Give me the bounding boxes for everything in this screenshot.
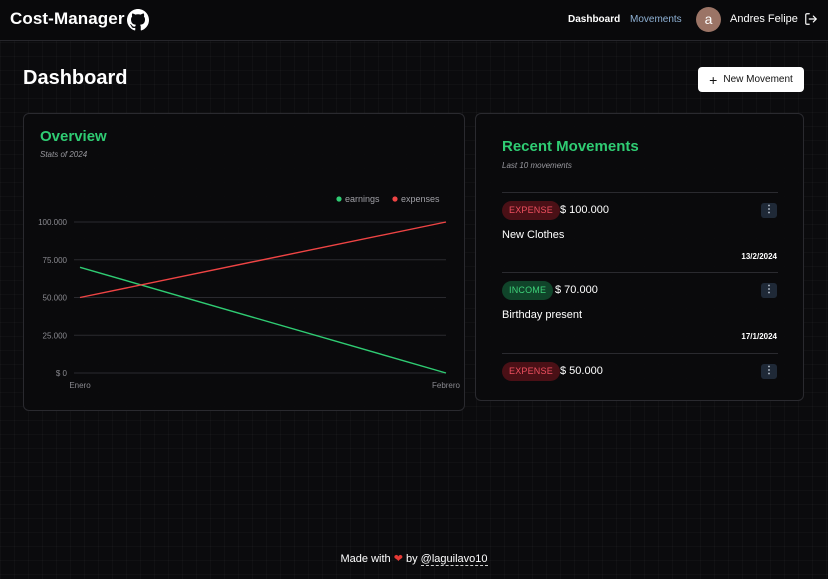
chart-y-tick-label: 100.000 [38, 218, 67, 227]
footer: Made with ❤ by @laguilavo10 [0, 552, 828, 566]
recent-movements-title: Recent Movements [502, 138, 639, 155]
movement-date: 17/1/2024 [741, 332, 777, 341]
chart-y-tick-label: 50.000 [43, 294, 68, 303]
movement-description: New Clothes [502, 229, 565, 241]
chart-legend-label-expenses: expenses [401, 194, 440, 204]
nav-link-movements[interactable]: Movements [630, 14, 682, 25]
movement-amount: $ 100.000 [560, 204, 609, 216]
movement-divider [502, 353, 778, 354]
chart-y-tick-label: 25.000 [43, 331, 68, 340]
movement-type-badge: EXPENSE [502, 201, 560, 220]
logout-icon[interactable] [804, 12, 818, 26]
page-title: Dashboard [23, 67, 128, 89]
plus-icon: + [709, 71, 718, 88]
new-movement-button[interactable]: + New Movement [698, 67, 804, 92]
chart-legend-marker-expenses [392, 196, 398, 202]
footer-made-with: Made with [340, 553, 391, 565]
movement-date: 13/2/2024 [741, 252, 777, 261]
chart-legend-marker-earnings [336, 196, 342, 202]
movement-type-badge: INCOME [502, 281, 554, 300]
movement-amount: $ 70.000 [555, 284, 598, 296]
heart-icon: ❤ [393, 553, 403, 565]
movement-menu-button[interactable]: ⋮ [761, 364, 777, 379]
nav-link-dashboard[interactable]: Dashboard [568, 14, 620, 25]
footer-by: by [405, 553, 418, 565]
chart-x-tick-label: Febrero [432, 381, 461, 390]
avatar[interactable]: a [696, 7, 721, 32]
chart-y-tick-label: 75.000 [43, 256, 68, 265]
movement-type-badge: EXPENSE [502, 362, 560, 381]
new-movement-label: New Movement [723, 74, 793, 85]
github-icon[interactable] [127, 9, 149, 31]
author-link[interactable]: @laguilavo10 [420, 553, 488, 566]
chart-legend-label-earnings: earnings [345, 194, 380, 204]
overview-card: Overview Stats of 2024 $ 0 25.000 50.000 75… [23, 113, 465, 411]
recent-movements-subtitle: Last 10 movements [502, 161, 572, 170]
movement-menu-button[interactable]: ⋮ [761, 203, 777, 218]
navbar: Cost-Manager Dashboard Movements a Andre… [0, 0, 828, 41]
chart-series-line-earnings [79, 266, 447, 374]
movement-amount: $ 50.000 [560, 365, 603, 377]
username: Andres Felipe [730, 13, 798, 25]
brand-title[interactable]: Cost-Manager [10, 9, 125, 29]
movement-divider [502, 192, 778, 193]
chart-x-tick-label: Enero [69, 381, 91, 390]
movement-menu-button[interactable]: ⋮ [761, 283, 777, 298]
movement-divider [502, 272, 778, 273]
movement-description: Birthday present [502, 309, 583, 321]
chart-y-tick-label: $ 0 [56, 369, 68, 378]
recent-movements-card: Recent Movements Last 10 movements EXPEN… [475, 113, 804, 401]
overview-chart: $ 0 25.000 50.000 75.000 100.000 Enero Febrero… [38, 194, 461, 390]
